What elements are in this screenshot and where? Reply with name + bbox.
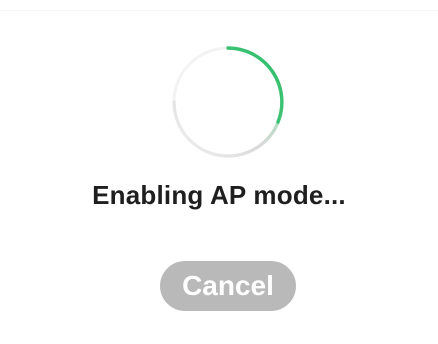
cancel-button[interactable]: Cancel: [160, 261, 296, 311]
spinner-head: [226, 46, 284, 124]
ap-mode-loading-screen: Enabling AP mode... Cancel: [0, 0, 438, 344]
top-divider: [0, 10, 438, 11]
loading-spinner-icon: [172, 46, 284, 158]
status-message: Enabling AP mode...: [92, 180, 346, 210]
